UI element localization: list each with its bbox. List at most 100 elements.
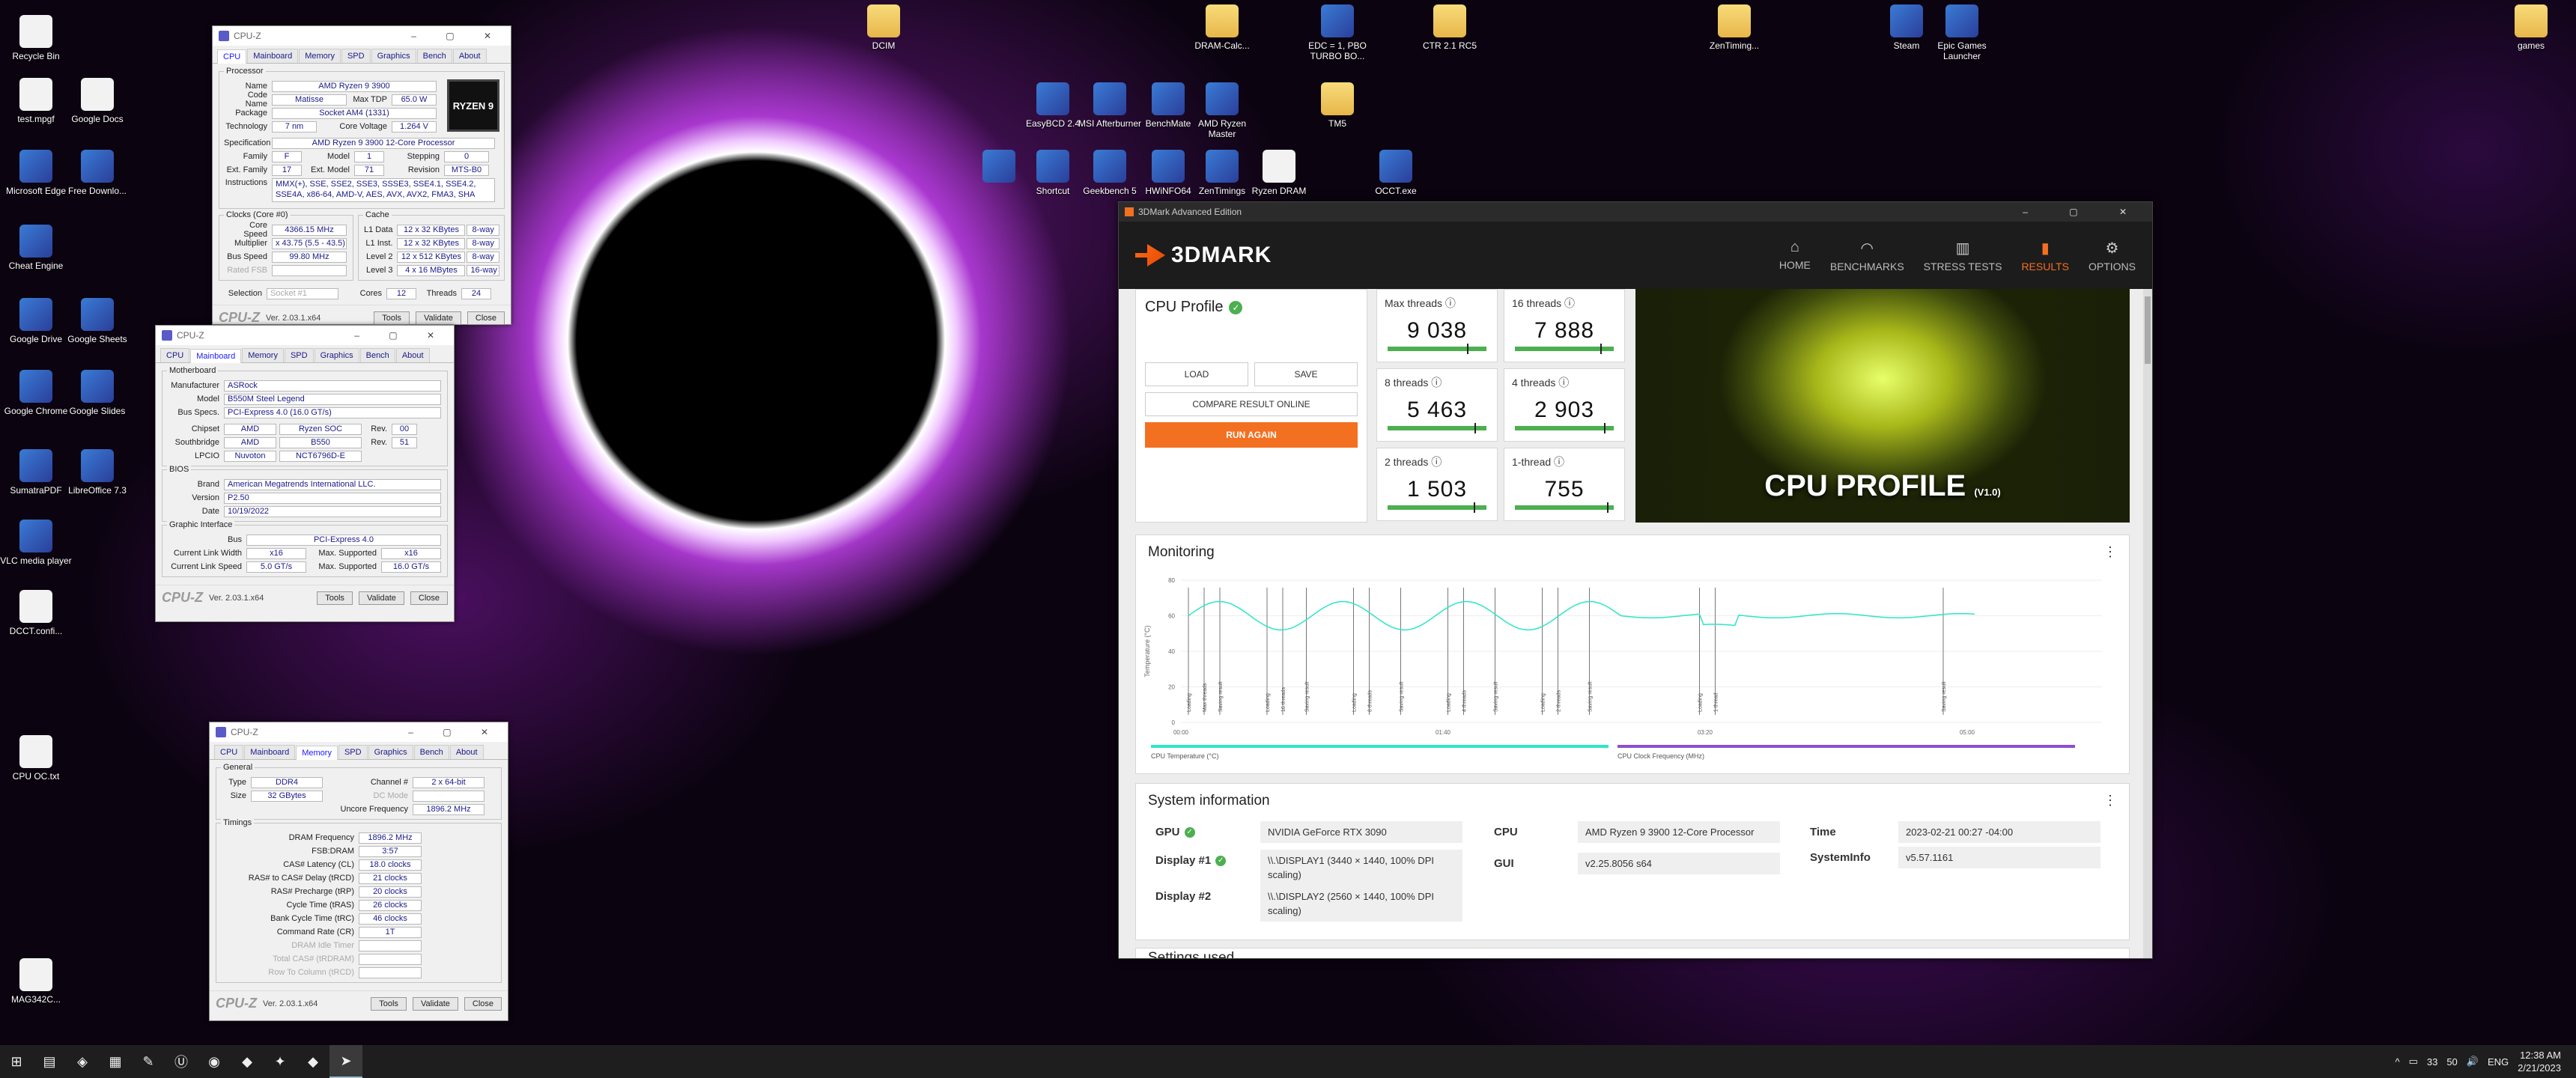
cpuz-logo: CPU-Z (219, 310, 260, 325)
desktop-icon[interactable]: ZenTiming... (1698, 4, 1770, 51)
tab-graphics[interactable]: Graphics (368, 745, 413, 759)
scrollbar-thumb[interactable] (2145, 296, 2151, 364)
tab-about[interactable]: About (395, 348, 430, 362)
unreal-icon[interactable]: Ⓤ (165, 1045, 198, 1078)
desktop-icon[interactable]: OCCT.exe (1360, 150, 1432, 196)
tab-cpu[interactable]: CPU (160, 348, 190, 362)
phase-marker-label: Loading (1352, 693, 1358, 712)
visual-studio-icon[interactable]: ◈ (66, 1045, 99, 1078)
desktop-icon[interactable]: TM5 (1301, 82, 1373, 129)
desktop-icon[interactable]: Google Docs (61, 78, 133, 124)
phase-marker-label: 2 threads (1557, 689, 1562, 712)
validate-button[interactable]: Validate (415, 311, 461, 325)
desktop-icon[interactable]: Google Sheets (61, 298, 133, 344)
tools-button[interactable]: Tools (374, 311, 410, 325)
desktop-icon[interactable]: DRAM-Calc... (1186, 4, 1258, 51)
tab-memory[interactable]: Memory (242, 348, 284, 362)
language-indicator[interactable]: ENG (2488, 1056, 2509, 1068)
save-button[interactable]: SAVE (1254, 362, 1358, 386)
tab-cpu[interactable]: CPU (214, 745, 244, 759)
desktop-icon[interactable]: DCIM (848, 4, 920, 51)
desktop-icon[interactable]: AMD Ryzen Master (1186, 82, 1258, 139)
tab-mainboard[interactable]: Mainboard (247, 49, 299, 63)
tab-memory[interactable]: Memory (299, 49, 341, 63)
nav-results[interactable]: ▮ RESULTS (2021, 239, 2069, 272)
desktop-icon[interactable]: Recycle Bin (0, 15, 72, 61)
tab-memory[interactable]: Memory (296, 746, 338, 760)
tab-mainboard[interactable]: Mainboard (244, 745, 296, 759)
tab-bench[interactable]: Bench (416, 49, 452, 63)
score-value: 7 888 (1534, 318, 1595, 343)
tab-spd[interactable]: SPD (284, 348, 314, 362)
nav-home[interactable]: ⌂ HOME (1779, 239, 1811, 272)
volume-icon[interactable]: 🔊 (2467, 1056, 2479, 1068)
gpu-label: GPU (1155, 826, 1180, 838)
display2-value: \\.\DISPLAY2 (2560 × 1440, 100% DPI scal… (1260, 886, 1462, 922)
cpuz-mainboard-titlebar[interactable]: CPU-Z – ▢ ✕ (156, 326, 454, 345)
app-icon[interactable]: ◆ (297, 1045, 329, 1078)
app-icon[interactable]: ◆ (231, 1045, 264, 1078)
chrome-icon[interactable]: ◉ (198, 1045, 231, 1078)
window-controls[interactable]: – ▢ ✕ (354, 330, 448, 341)
window-controls[interactable]: – ▢ ✕ (408, 727, 502, 737)
desktop-icon[interactable]: CPU OC.txt (0, 735, 72, 782)
tray-overflow-icon[interactable]: ^ (2395, 1056, 2399, 1068)
more-options-icon[interactable]: ⋮ (2103, 793, 2117, 809)
tab-bench[interactable]: Bench (413, 745, 449, 759)
3dmark-titlebar[interactable]: 3DMark Advanced Edition – ▢ ✕ (1119, 202, 2152, 222)
desktop-icon[interactable]: Google Slides (61, 370, 133, 416)
desktop-icon[interactable]: Epic Games Launcher (1926, 4, 1998, 61)
file-explorer-icon[interactable]: ▤ (33, 1045, 66, 1078)
window-controls[interactable]: – ▢ ✕ (2023, 207, 2146, 217)
desktop-icon[interactable]: VLC media player (0, 520, 72, 566)
run-again-button[interactable]: RUN AGAIN (1145, 422, 1358, 448)
steam-icon[interactable]: ✦ (264, 1045, 297, 1078)
close-button[interactable]: Close (467, 311, 505, 325)
tab-bench[interactable]: Bench (359, 348, 395, 362)
score-label: 8 threads ⓘ (1385, 377, 1442, 389)
tab-about[interactable]: About (449, 745, 484, 759)
desktop-icon[interactable]: Free Downlo... (61, 150, 133, 196)
window-controls[interactable]: – ▢ ✕ (411, 31, 505, 41)
compare-online-button[interactable]: COMPARE RESULT ONLINE (1145, 392, 1358, 416)
scrollbar[interactable] (2143, 289, 2152, 958)
tab-mainboard[interactable]: Mainboard (190, 349, 242, 363)
geekbench-icon (1093, 150, 1126, 183)
desktop-icon[interactable]: EDC = 1, PBO TURBO BO... (1301, 4, 1373, 61)
socket-select[interactable]: Socket #1 (267, 287, 338, 299)
desktop-icon[interactable]: DCCT.confi... (0, 590, 72, 636)
tab-spd[interactable]: SPD (341, 49, 371, 63)
nav-benchmarks[interactable]: ◠ BENCHMARKS (1830, 239, 1904, 272)
tab-about[interactable]: About (452, 49, 487, 63)
model-label: Model (327, 152, 350, 161)
close-button[interactable]: Close (410, 591, 448, 605)
calculator-icon[interactable]: ▦ (99, 1045, 132, 1078)
nav-options[interactable]: ⚙ OPTIONS (2089, 239, 2136, 272)
3dmark-icon[interactable]: ➤ (329, 1045, 362, 1078)
windows-start-icon[interactable]: ⊞ (0, 1045, 33, 1078)
desktop-icon[interactable]: Cheat Engine (0, 225, 72, 271)
network-icon[interactable]: ▭ (2409, 1056, 2418, 1068)
tab-spd[interactable]: SPD (338, 745, 368, 759)
validate-button[interactable]: Validate (412, 996, 458, 1011)
clock[interactable]: 12:38 AM 2/21/2023 (2518, 1049, 2561, 1074)
cpuz-memory-titlebar[interactable]: CPU-Z – ▢ ✕ (210, 722, 508, 742)
tab-graphics[interactable]: Graphics (371, 49, 416, 63)
nav-stress-tests[interactable]: ▥ STRESS TESTS (1924, 239, 2002, 272)
tab-graphics[interactable]: Graphics (314, 348, 359, 362)
desktop-icon[interactable]: CTR 2.1 RC5 (1414, 4, 1486, 51)
desktop-icon[interactable]: MAG342C... (0, 958, 72, 1005)
more-options-icon[interactable]: ⋮ (2103, 544, 2117, 561)
desktop-icon[interactable]: Ryzen DRAM (1243, 150, 1315, 196)
desktop-icon[interactable]: LibreOffice 7.3 (61, 449, 133, 496)
close-button[interactable]: Close (464, 996, 502, 1011)
tab-cpu[interactable]: CPU (217, 49, 247, 64)
timing-value: 3:57 (359, 845, 422, 857)
load-button[interactable]: LOAD (1145, 362, 1248, 386)
tools-button[interactable]: Tools (317, 591, 353, 605)
validate-button[interactable]: Validate (358, 591, 404, 605)
desktop-icon[interactable]: games (2495, 4, 2567, 51)
tools-button[interactable]: Tools (371, 996, 407, 1011)
notepad-icon[interactable]: ✎ (132, 1045, 165, 1078)
cpuz-cpu-titlebar[interactable]: CPU-Z – ▢ ✕ (213, 26, 511, 46)
